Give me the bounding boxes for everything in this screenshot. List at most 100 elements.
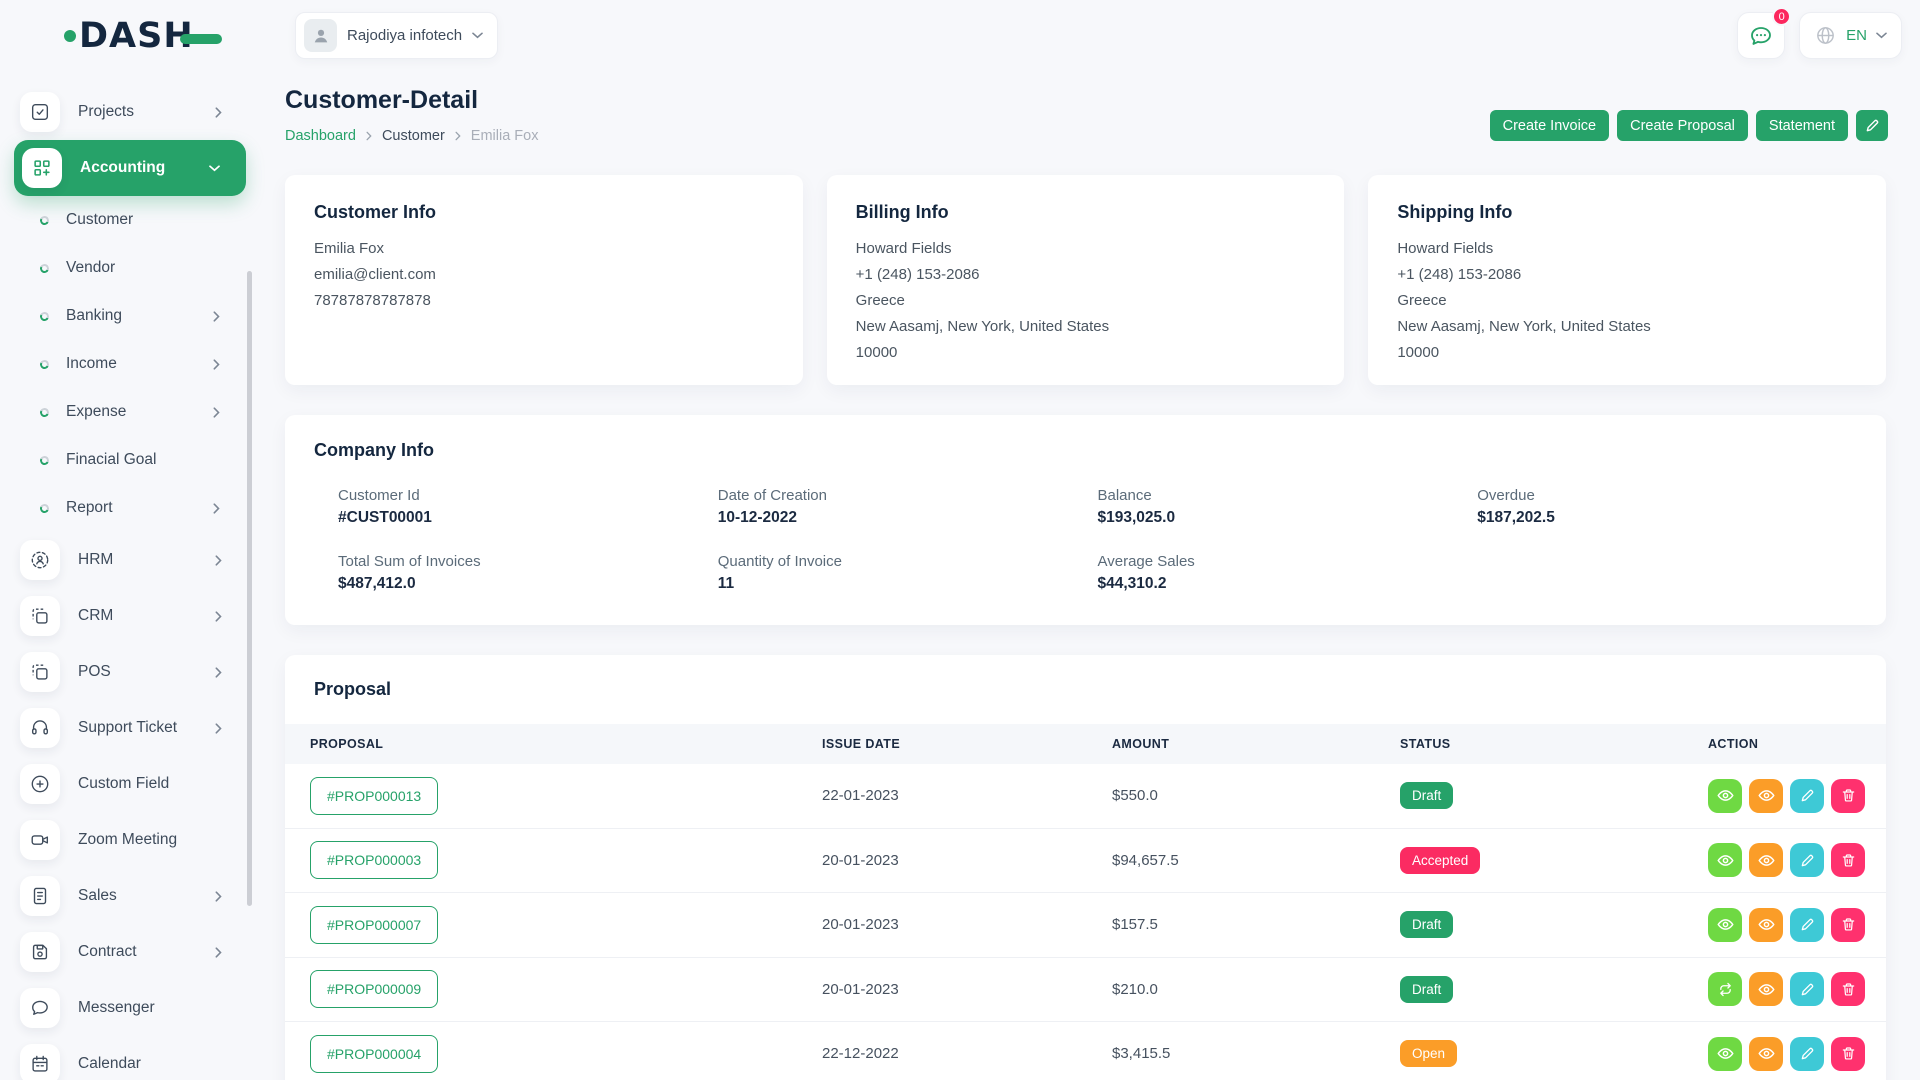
proposal-id-link[interactable]: #PROP000003 bbox=[310, 841, 438, 879]
sidebar-item-accounting[interactable]: Accounting bbox=[14, 140, 246, 196]
table-row: #PROP000013 22-01-2023 $550.0 Draft bbox=[285, 764, 1886, 829]
chevron-right-icon bbox=[215, 723, 222, 734]
proposal-id-link[interactable]: #PROP000009 bbox=[310, 970, 438, 1008]
page-actions: Create Invoice Create Proposal Statement bbox=[1490, 110, 1888, 141]
create-proposal-button[interactable]: Create Proposal bbox=[1617, 110, 1748, 141]
breadcrumb: Dashboard Customer Emilia Fox bbox=[285, 128, 538, 144]
view-action-button[interactable] bbox=[1708, 1037, 1742, 1071]
field-total-sum-of-invoices: Total Sum of Invoices $487,412.0 bbox=[338, 553, 718, 593]
chevron-right-icon bbox=[455, 131, 461, 141]
sidebar-item-messenger[interactable]: Messenger bbox=[0, 980, 260, 1036]
proposal-id-link[interactable]: #PROP000004 bbox=[310, 1035, 438, 1073]
delete-action-button[interactable] bbox=[1831, 843, 1865, 877]
chevron-right-icon bbox=[215, 107, 222, 118]
amount: $3,415.5 bbox=[1112, 1045, 1400, 1062]
sidebar-item-crm[interactable]: CRM bbox=[0, 588, 260, 644]
sidebar-item-sales[interactable]: Sales bbox=[0, 868, 260, 924]
sidebar-item-label: Sales bbox=[78, 887, 117, 905]
eye-icon bbox=[1758, 1045, 1775, 1062]
language-code: EN bbox=[1846, 27, 1867, 44]
delete-action-button[interactable] bbox=[1831, 908, 1865, 942]
billing-zip: 10000 bbox=[856, 340, 1316, 366]
eye-icon bbox=[1717, 787, 1734, 804]
preview-action-button[interactable] bbox=[1749, 908, 1783, 942]
card-title: Shipping Info bbox=[1397, 202, 1857, 223]
sidebar-item-pos[interactable]: POS bbox=[0, 644, 260, 700]
pencil-icon bbox=[1800, 982, 1815, 997]
status-badge: Draft bbox=[1400, 911, 1453, 938]
view-action-button[interactable] bbox=[1708, 779, 1742, 813]
sidebar-item-custom-field[interactable]: Custom Field bbox=[0, 756, 260, 812]
sidebar-item-report[interactable]: Report bbox=[0, 484, 260, 532]
edit-action-button[interactable] bbox=[1790, 972, 1824, 1006]
sidebar-item-support-ticket[interactable]: Support Ticket bbox=[0, 700, 260, 756]
pencil-icon bbox=[1800, 1046, 1815, 1061]
chevron-right-icon bbox=[213, 503, 220, 514]
chevron-right-icon bbox=[366, 131, 372, 141]
breadcrumb-dashboard-link[interactable]: Dashboard bbox=[285, 128, 356, 144]
sidebar-item-label: Projects bbox=[78, 103, 134, 121]
edit-customer-button[interactable] bbox=[1856, 110, 1888, 141]
billing-address: New Aasamj, New York, United States bbox=[856, 314, 1316, 340]
sidebar-item-customer[interactable]: Customer bbox=[0, 196, 260, 244]
edit-action-button[interactable] bbox=[1790, 1037, 1824, 1071]
chevron-right-icon bbox=[213, 311, 220, 322]
edit-action-button[interactable] bbox=[1790, 779, 1824, 813]
sidebar-item-zoom-meeting[interactable]: Zoom Meeting bbox=[0, 812, 260, 868]
statement-button[interactable]: Statement bbox=[1756, 110, 1848, 141]
sidebar-scrollbar[interactable] bbox=[247, 271, 252, 906]
sidebar-item-expense[interactable]: Expense bbox=[0, 388, 260, 436]
view-action-button[interactable] bbox=[1708, 908, 1742, 942]
field-overdue: Overdue $187,202.5 bbox=[1477, 487, 1857, 527]
checkbox-icon bbox=[20, 92, 60, 132]
workspace-selector[interactable]: Rajodiya infotech bbox=[295, 12, 498, 59]
messages-button[interactable]: 0 bbox=[1737, 12, 1785, 59]
brand-logo[interactable]: DASH bbox=[64, 16, 222, 56]
sidebar-item-banking[interactable]: Banking bbox=[0, 292, 260, 340]
chat-icon bbox=[20, 988, 60, 1028]
chevron-down-icon bbox=[1876, 32, 1887, 39]
save-icon bbox=[20, 932, 60, 972]
shipping-country: Greece bbox=[1397, 288, 1857, 314]
sidebar-item-contract[interactable]: Contract bbox=[0, 924, 260, 980]
issue-date: 20-01-2023 bbox=[822, 981, 1112, 998]
sidebar-item-label: Calendar bbox=[78, 1055, 141, 1073]
proposal-id-link[interactable]: #PROP000007 bbox=[310, 906, 438, 944]
preview-action-button[interactable] bbox=[1749, 843, 1783, 877]
sidebar-item-label: Report bbox=[66, 499, 113, 517]
convert-action-button[interactable] bbox=[1708, 972, 1742, 1006]
status-badge: Open bbox=[1400, 1040, 1457, 1067]
language-selector[interactable]: EN bbox=[1799, 12, 1902, 59]
edit-action-button[interactable] bbox=[1790, 908, 1824, 942]
view-action-button[interactable] bbox=[1708, 843, 1742, 877]
row-actions bbox=[1708, 843, 1886, 877]
billing-phone: +1 (248) 153-2086 bbox=[856, 262, 1316, 288]
sidebar-item-vendor[interactable]: Vendor bbox=[0, 244, 260, 292]
billing-country: Greece bbox=[856, 288, 1316, 314]
sidebar-item-calendar[interactable]: Calendar bbox=[0, 1036, 260, 1080]
sidebar-item-income[interactable]: Income bbox=[0, 340, 260, 388]
copy-icon bbox=[20, 652, 60, 692]
delete-action-button[interactable] bbox=[1831, 1037, 1865, 1071]
preview-action-button[interactable] bbox=[1749, 972, 1783, 1006]
preview-action-button[interactable] bbox=[1749, 1037, 1783, 1071]
create-invoice-button[interactable]: Create Invoice bbox=[1490, 110, 1610, 141]
proposal-section-title: Proposal bbox=[314, 679, 1886, 700]
breadcrumb-customer-link[interactable]: Customer bbox=[382, 128, 445, 144]
field-date-of-creation: Date of Creation 10-12-2022 bbox=[718, 487, 1098, 527]
sidebar-item-hrm[interactable]: HRM bbox=[0, 532, 260, 588]
delete-action-button[interactable] bbox=[1831, 779, 1865, 813]
preview-action-button[interactable] bbox=[1749, 779, 1783, 813]
edit-action-button[interactable] bbox=[1790, 843, 1824, 877]
company-info-card: Company Info Customer Id #CUST00001 Date… bbox=[285, 415, 1886, 625]
customer-phone: 78787878787878 bbox=[314, 288, 774, 314]
sidebar-item-finacial-goal[interactable]: Finacial Goal bbox=[0, 436, 260, 484]
sidebar-item-label: HRM bbox=[78, 551, 113, 569]
proposal-id-link[interactable]: #PROP000013 bbox=[310, 777, 438, 815]
topbar: DASH Rajodiya infotech 0 bbox=[0, 0, 1920, 72]
amount: $94,657.5 bbox=[1112, 852, 1400, 869]
chevron-right-icon bbox=[215, 555, 222, 566]
sidebar-item-projects[interactable]: Projects bbox=[0, 84, 260, 140]
delete-action-button[interactable] bbox=[1831, 972, 1865, 1006]
pencil-icon bbox=[1800, 788, 1815, 803]
